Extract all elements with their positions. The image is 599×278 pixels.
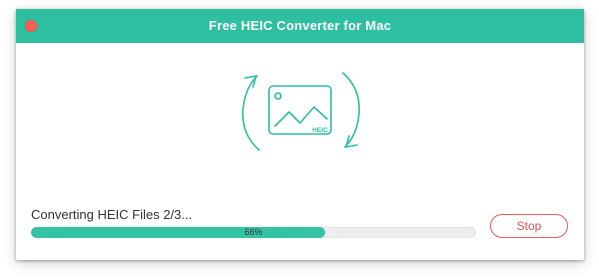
heic-badge: HEIC — [312, 127, 328, 134]
window-title: Free HEIC Converter for Mac — [208, 18, 392, 33]
converter-window: Free HEIC Converter for Mac HEIC Convert… — [16, 9, 584, 260]
progress-bar: 66% — [31, 227, 476, 238]
rotate-arrow-left-icon — [242, 75, 260, 151]
sun-icon — [274, 92, 282, 100]
title-bar[interactable]: Free HEIC Converter for Mac — [16, 9, 584, 43]
progress-percentage: 66% — [244, 227, 263, 237]
mountain-icon — [274, 106, 328, 127]
heic-convert-icon: HEIC — [242, 72, 360, 151]
stop-button[interactable]: Stop — [490, 214, 568, 238]
conversion-status-text: Converting HEIC Files 2/3... — [31, 207, 193, 222]
close-window-button[interactable] — [25, 20, 37, 32]
rotate-arrow-right-icon — [342, 72, 360, 148]
